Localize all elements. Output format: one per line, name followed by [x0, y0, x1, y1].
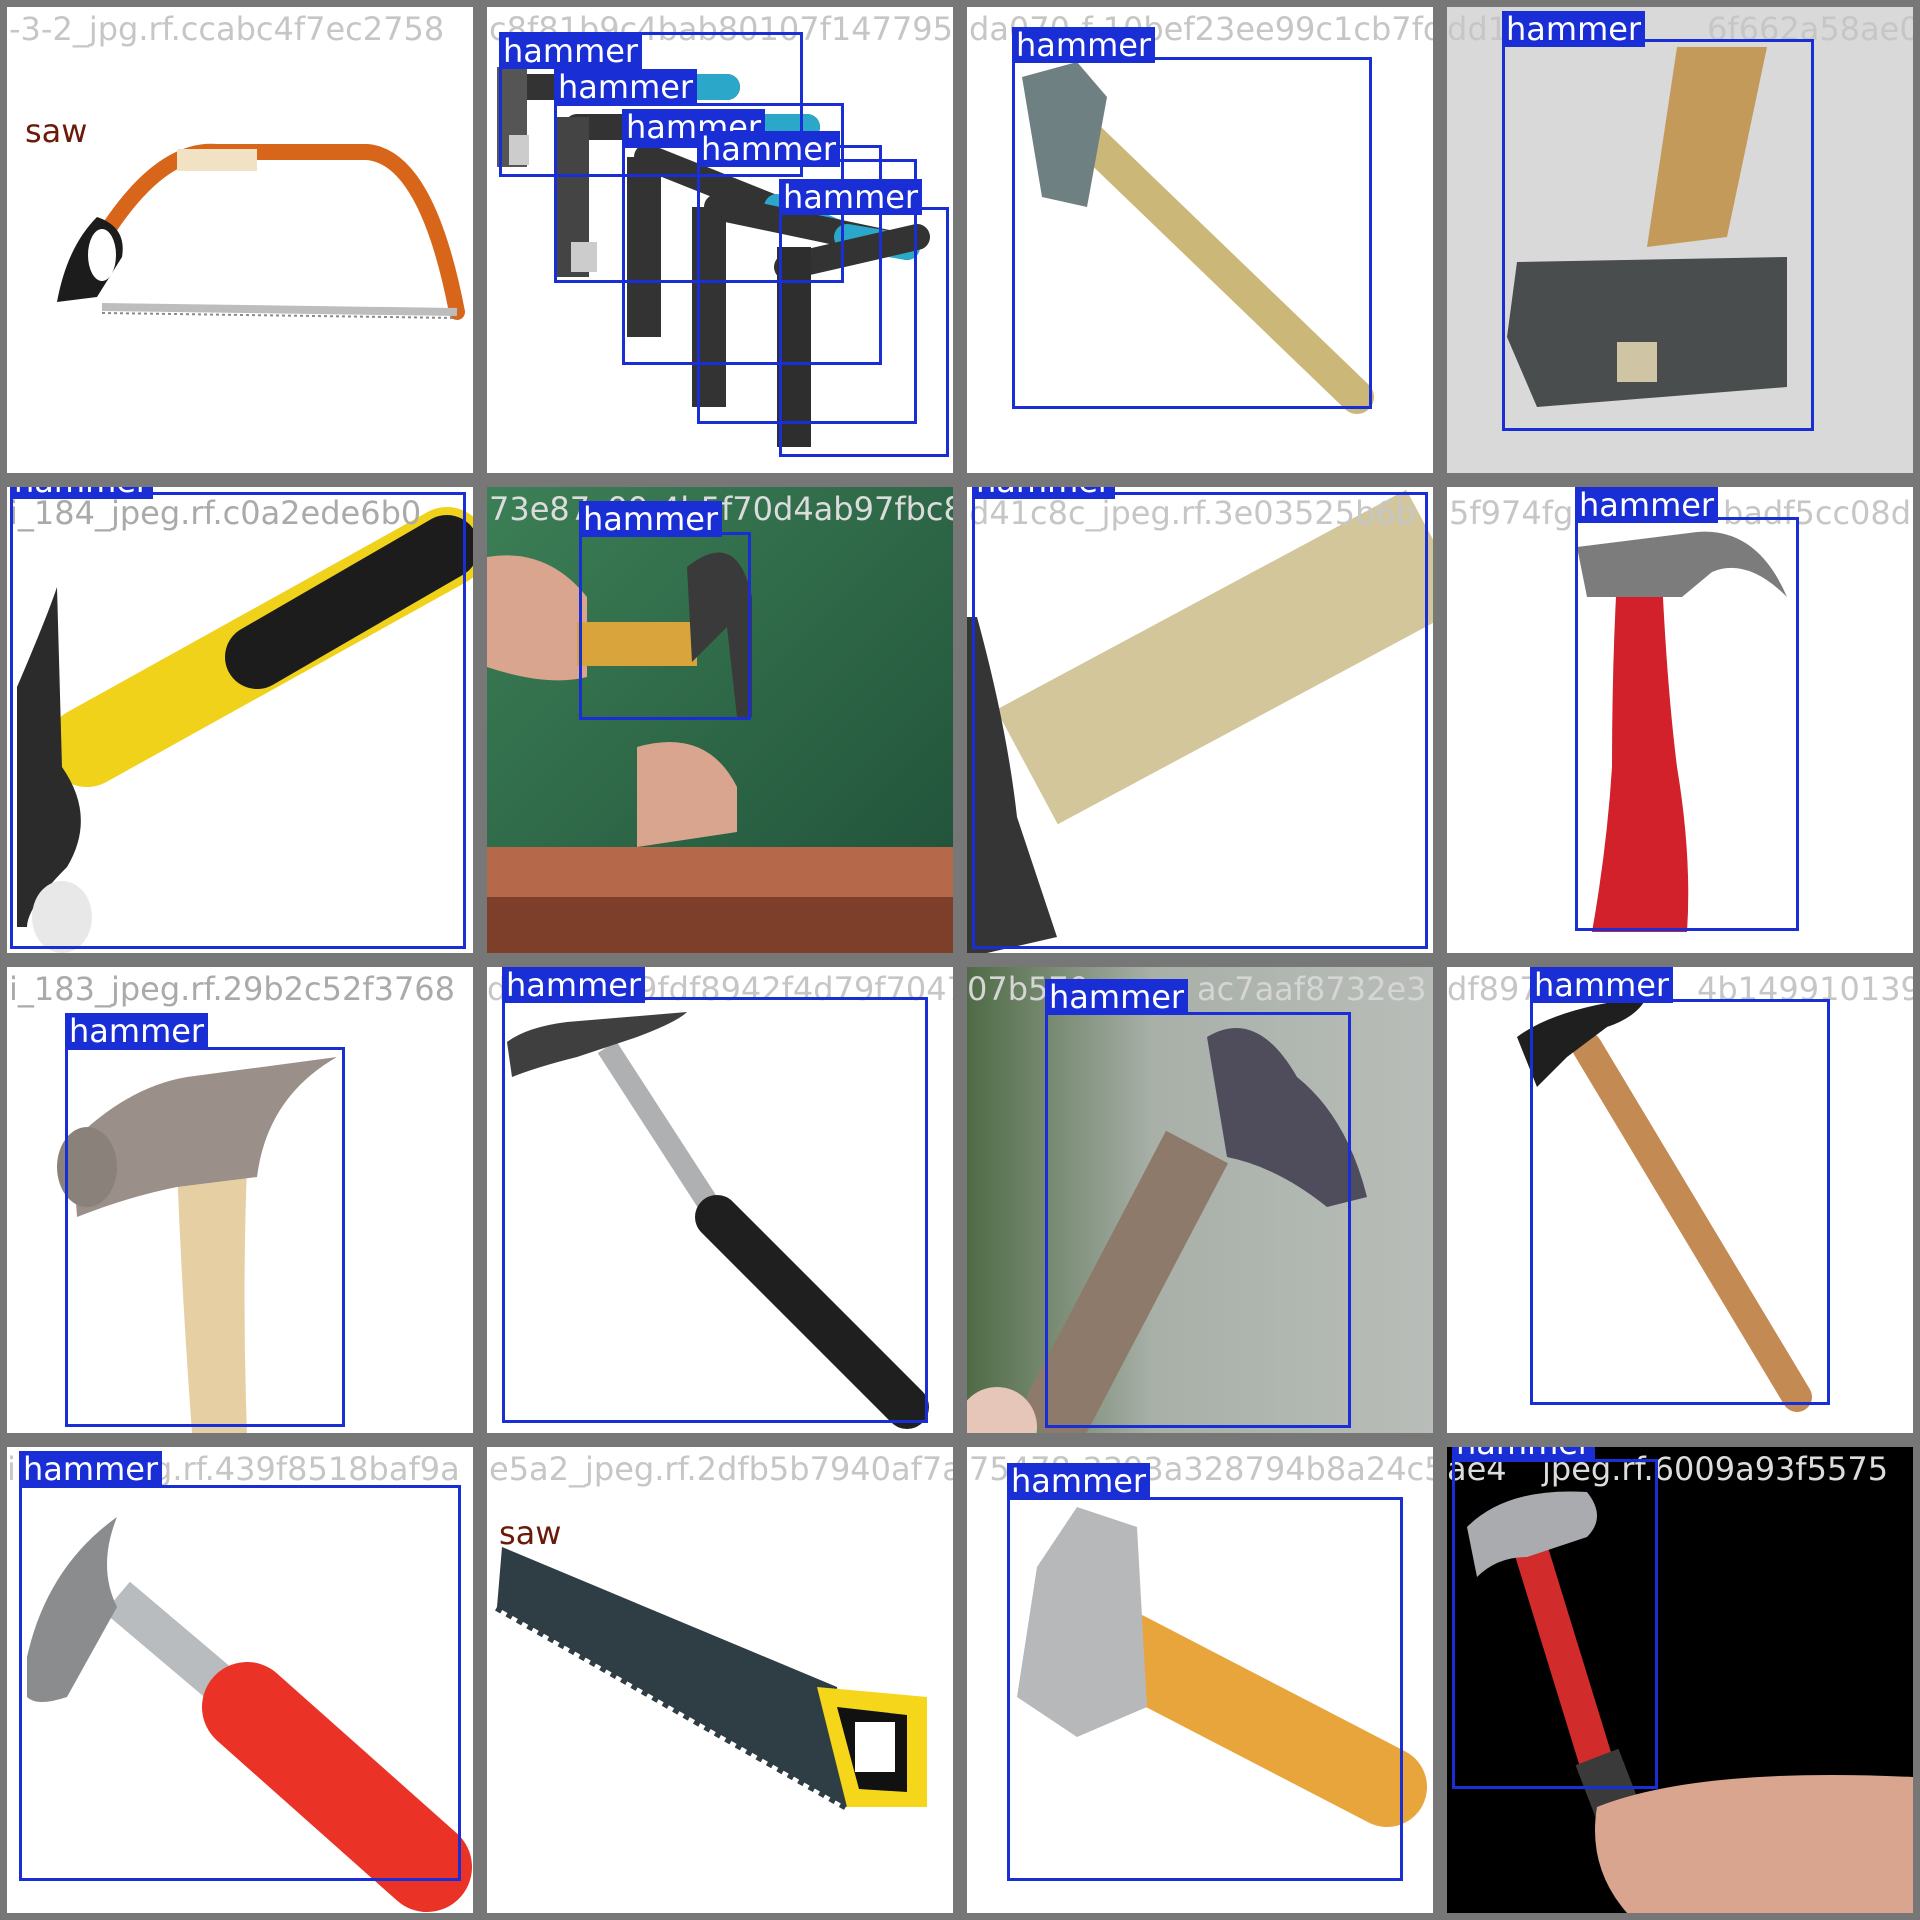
tile-8: 5f974fg badf5cc08d hammer [1447, 487, 1913, 953]
bow-saw-photo [7, 7, 473, 473]
detection-label: hammer [65, 1013, 209, 1049]
bounding-box [779, 207, 949, 457]
bounding-box [1530, 999, 1830, 1405]
detection-label: hammer [1575, 487, 1719, 523]
detection-label: saw [25, 112, 88, 150]
mosaic-grid: -3-2_jpg.rf.ccabc4f7ec2758 saw c8f81b9c4… [0, 0, 1920, 1920]
detection-label: hammer [579, 501, 723, 537]
detection-label: hammer [1452, 1447, 1596, 1461]
detection-label: hammer [19, 1451, 163, 1487]
detection-label: hammer [1012, 27, 1156, 63]
tile-2: c8f81b9c4bab80107f147795fd hammer hammer… [487, 7, 953, 473]
bounding-box [1007, 1497, 1403, 1881]
bounding-box [972, 492, 1428, 949]
bounding-box [1012, 57, 1372, 409]
bounding-box [1045, 1012, 1351, 1428]
detection-label: hammer [1007, 1463, 1151, 1499]
tile-5: i_184_jpeg.rf.c0a2ede6b0 hammer [7, 487, 473, 953]
detection-label: hammer [10, 487, 154, 499]
detection-label: hammer [1045, 979, 1189, 1015]
detection-label: hammer [972, 487, 1116, 499]
detection-label: hammer [499, 33, 643, 69]
tile-1: -3-2_jpg.rf.ccabc4f7ec2758 saw [7, 7, 473, 473]
bounding-box [10, 492, 466, 949]
tile-7: d41c8c_jpeg.rf.3e03525b6b hammer [967, 487, 1433, 953]
tile-13: i g.rf.439f8518baf9a hammer [7, 1447, 473, 1913]
tile-6: 73e87c99-4b5f70d4ab97fbc8 hammer [487, 487, 953, 953]
tile-12: df897 4b149910139 hammer [1447, 967, 1913, 1433]
bounding-box [65, 1047, 345, 1427]
bounding-box [502, 997, 928, 1423]
detection-label: hammer [779, 179, 923, 215]
tile-9: i_183_jpeg.rf.29b2c52f3768 hammer [7, 967, 473, 1433]
detection-label: hammer [554, 69, 698, 105]
detection-label: saw [499, 1514, 562, 1552]
tile-14: e5a2_jpeg.rf.2dfb5b7940af7a saw [487, 1447, 953, 1913]
tile-11: 07b570 ac7aaf8732e3 hammer [967, 967, 1433, 1433]
tile-10: d 9fdf8942f4d79f7047 hammer [487, 967, 953, 1433]
tile-15: 75478-3393a328794b8a24c5 hammer [967, 1447, 1433, 1913]
detection-label: hammer [697, 131, 841, 167]
detection-label: hammer [502, 967, 646, 1003]
bounding-box [19, 1485, 461, 1881]
detection-label: hammer [1530, 967, 1674, 1003]
bounding-box [1452, 1459, 1658, 1789]
tile-16: ae4 jpeg.rf.6009a93f5575 hammer [1447, 1447, 1913, 1913]
bounding-box [1502, 39, 1814, 431]
tile-3: da070-f-10bef23ee99c1cb7fd hammer [967, 7, 1433, 473]
bounding-box [1575, 517, 1799, 931]
tile-4: dd1 6f662a58ae0827 hammer [1447, 7, 1913, 473]
bounding-box [579, 532, 751, 720]
detection-label: hammer [1502, 11, 1646, 47]
